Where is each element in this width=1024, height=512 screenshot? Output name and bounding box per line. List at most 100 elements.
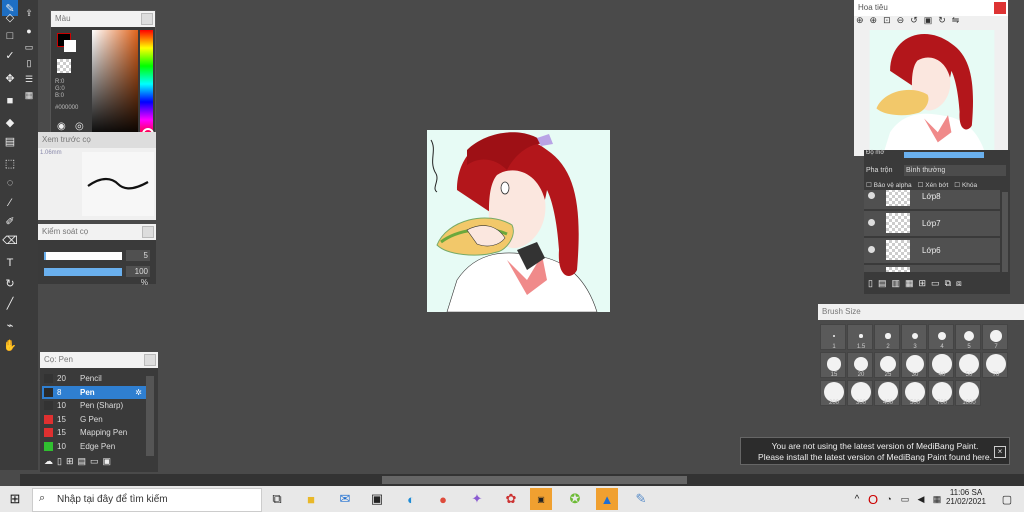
brush-size-cell[interactable]: 5 xyxy=(955,324,981,350)
notification-icon[interactable]: ▢ xyxy=(998,490,1016,508)
clock[interactable]: 11:06 SA 21/02/2021 xyxy=(944,488,988,506)
move-tool-icon[interactable]: ✥ xyxy=(2,70,18,86)
mail-icon[interactable]: ✉ xyxy=(336,490,354,508)
add-brush-icon[interactable]: ⊞ xyxy=(66,456,74,470)
close-icon[interactable] xyxy=(142,226,154,238)
brush-size-cell[interactable]: 50 xyxy=(955,352,981,378)
layer-row[interactable]: Lớp6 xyxy=(864,238,1000,264)
upload-icon[interactable]: ⇪ xyxy=(22,6,36,20)
divide-tool-icon[interactable]: ╱ xyxy=(2,295,18,311)
layer-row[interactable]: Lớp5 xyxy=(864,265,1000,272)
brush-size-cell[interactable]: 1000 xyxy=(955,380,981,406)
delete-brush-icon[interactable]: ▣ xyxy=(103,456,112,470)
rotate-right-icon[interactable]: ↻ xyxy=(938,15,946,27)
zoom-in-icon[interactable]: ⊕ xyxy=(870,15,878,27)
brush-list-item[interactable]: 15 Mapping Pen xyxy=(42,426,146,439)
close-icon[interactable] xyxy=(144,354,156,366)
scrollbar-thumb[interactable] xyxy=(382,476,687,484)
actual-size-icon[interactable]: ▣ xyxy=(924,15,933,27)
lasso-tool-icon[interactable]: ◌ xyxy=(2,175,18,191)
close-icon[interactable] xyxy=(994,2,1006,14)
brush-size-cell[interactable]: 200 xyxy=(820,380,846,406)
rotate-left-icon[interactable]: ↺ xyxy=(910,15,918,27)
new-8bit-layer-icon[interactable]: ▥ xyxy=(891,278,900,292)
layer-opacity-slider[interactable] xyxy=(904,152,984,158)
brush-size-cell[interactable]: 4 xyxy=(928,324,954,350)
brush-size-cell[interactable]: 40 xyxy=(928,352,954,378)
brush-list-item[interactable]: 15 G Pen xyxy=(42,413,146,426)
zoom-out-icon[interactable]: ⊖ xyxy=(897,15,905,27)
brush-size-slider[interactable] xyxy=(44,252,122,260)
brush-opacity-value[interactable]: 100 % xyxy=(126,266,150,287)
new-halftone-layer-icon[interactable]: ▤ xyxy=(878,278,887,292)
windows-start-icon[interactable]: ⊞ xyxy=(6,490,24,508)
rect-select-tool-icon[interactable]: □ xyxy=(2,28,18,44)
add-layer-menu-icon[interactable]: ⊞ xyxy=(919,278,927,292)
brush-size-cell[interactable]: 300 xyxy=(847,380,873,406)
zoom-in-icon[interactable]: ⊕ xyxy=(856,15,864,27)
new-brush-icon[interactable]: ▯ xyxy=(57,456,62,470)
new-1bit-layer-icon[interactable]: ▦ xyxy=(905,278,914,292)
store-icon[interactable]: ▣ xyxy=(368,490,386,508)
copy-brush-icon[interactable]: ▤ xyxy=(78,456,87,470)
operation-tool-icon[interactable]: ↻ xyxy=(2,275,18,291)
select-tool-icon[interactable]: ⬚ xyxy=(2,155,18,171)
brush-list-scrollbar[interactable] xyxy=(146,376,154,456)
video-app-icon[interactable]: ▣ xyxy=(530,488,552,510)
bucket-tool-icon[interactable]: ◆ xyxy=(2,114,18,130)
brush-size-cell[interactable]: 15 xyxy=(820,352,846,378)
flip-icon[interactable]: ⇋ xyxy=(952,15,960,27)
canvas-horizontal-scrollbar[interactable] xyxy=(20,474,1024,486)
new-layer-icon[interactable]: ▯ xyxy=(868,278,873,292)
document-icon[interactable]: ▯ xyxy=(22,56,36,70)
clipping-checkbox[interactable]: ☐ Xén bớt xyxy=(918,181,949,189)
layers-icon[interactable]: ▦ xyxy=(22,88,36,102)
drawing-canvas[interactable] xyxy=(427,130,610,312)
gradient-tool-icon[interactable]: ▤ xyxy=(2,133,18,149)
search-box[interactable]: ⌕ Nhập tại đây để tìm kiếm xyxy=(32,488,262,512)
list-icon[interactable]: ☰ xyxy=(22,72,36,86)
magic-wand-tool-icon[interactable]: ⁄ xyxy=(2,195,18,211)
hue-slider[interactable] xyxy=(140,30,153,138)
folder-icon[interactable]: ▭ xyxy=(931,278,940,292)
eraser-tool-icon[interactable]: ◇ xyxy=(2,9,18,25)
speech-icon[interactable]: ● xyxy=(22,24,36,38)
edge-icon[interactable]: ◐ xyxy=(402,490,420,508)
medibang-paint-icon[interactable]: ✎ xyxy=(632,490,650,508)
comment-icon[interactable]: ▭ xyxy=(22,40,36,54)
fit-icon[interactable]: ⊡ xyxy=(883,15,891,27)
merge-layer-icon[interactable]: ⧈ xyxy=(956,278,962,292)
folder-icon[interactable]: ▭ xyxy=(90,456,99,470)
fill-rect-tool-icon[interactable]: ■ xyxy=(2,93,18,109)
anime-app-icon[interactable]: ✿ xyxy=(502,490,520,508)
duplicate-layer-icon[interactable]: ⧉ xyxy=(945,278,951,292)
transparent-swatch[interactable] xyxy=(57,59,71,73)
update-notification[interactable]: You are not using the latest version of … xyxy=(740,437,1010,465)
brush-list-item[interactable]: 8 Pen ✲ xyxy=(42,385,146,399)
background-color-swatch[interactable] xyxy=(64,40,76,52)
saturation-value-picker[interactable] xyxy=(92,30,138,138)
brush-size-cell[interactable]: 1 xyxy=(820,324,846,350)
green-app-icon[interactable]: ✪ xyxy=(566,490,584,508)
brush-opacity-slider[interactable] xyxy=(44,268,122,276)
check-icon[interactable]: ✓ xyxy=(2,47,18,63)
eye-icon[interactable] xyxy=(868,219,875,226)
brush-size-cell[interactable]: 7 xyxy=(982,324,1008,350)
text-tool-icon[interactable]: T xyxy=(2,255,18,271)
brush-size-cell[interactable]: 400 xyxy=(874,380,900,406)
brush-size-cell[interactable]: 30 xyxy=(901,352,927,378)
brush-list-item[interactable]: 20 Pencil xyxy=(42,372,146,385)
brush-settings-icon[interactable]: ✲ xyxy=(135,386,142,399)
select-pen-tool-icon[interactable]: ✐ xyxy=(2,213,18,229)
brush-size-cell[interactable]: 700 xyxy=(928,380,954,406)
brush-size-cell[interactable]: 20 xyxy=(847,352,873,378)
brush-size-cell[interactable]: 2 xyxy=(874,324,900,350)
brush-list-item[interactable]: 10 Edge Pen xyxy=(42,440,146,453)
brush-size-cell[interactable]: 25 xyxy=(874,352,900,378)
layer-scrollbar[interactable] xyxy=(1002,192,1008,272)
file-explorer-icon[interactable]: ■ xyxy=(302,490,320,508)
brush-size-value[interactable]: 5 xyxy=(126,250,150,261)
brush-list-item[interactable]: 10 Pen (Sharp) xyxy=(42,399,146,412)
brush-size-cell[interactable]: 1.5 xyxy=(847,324,873,350)
brush-size-cell[interactable]: 3 xyxy=(901,324,927,350)
